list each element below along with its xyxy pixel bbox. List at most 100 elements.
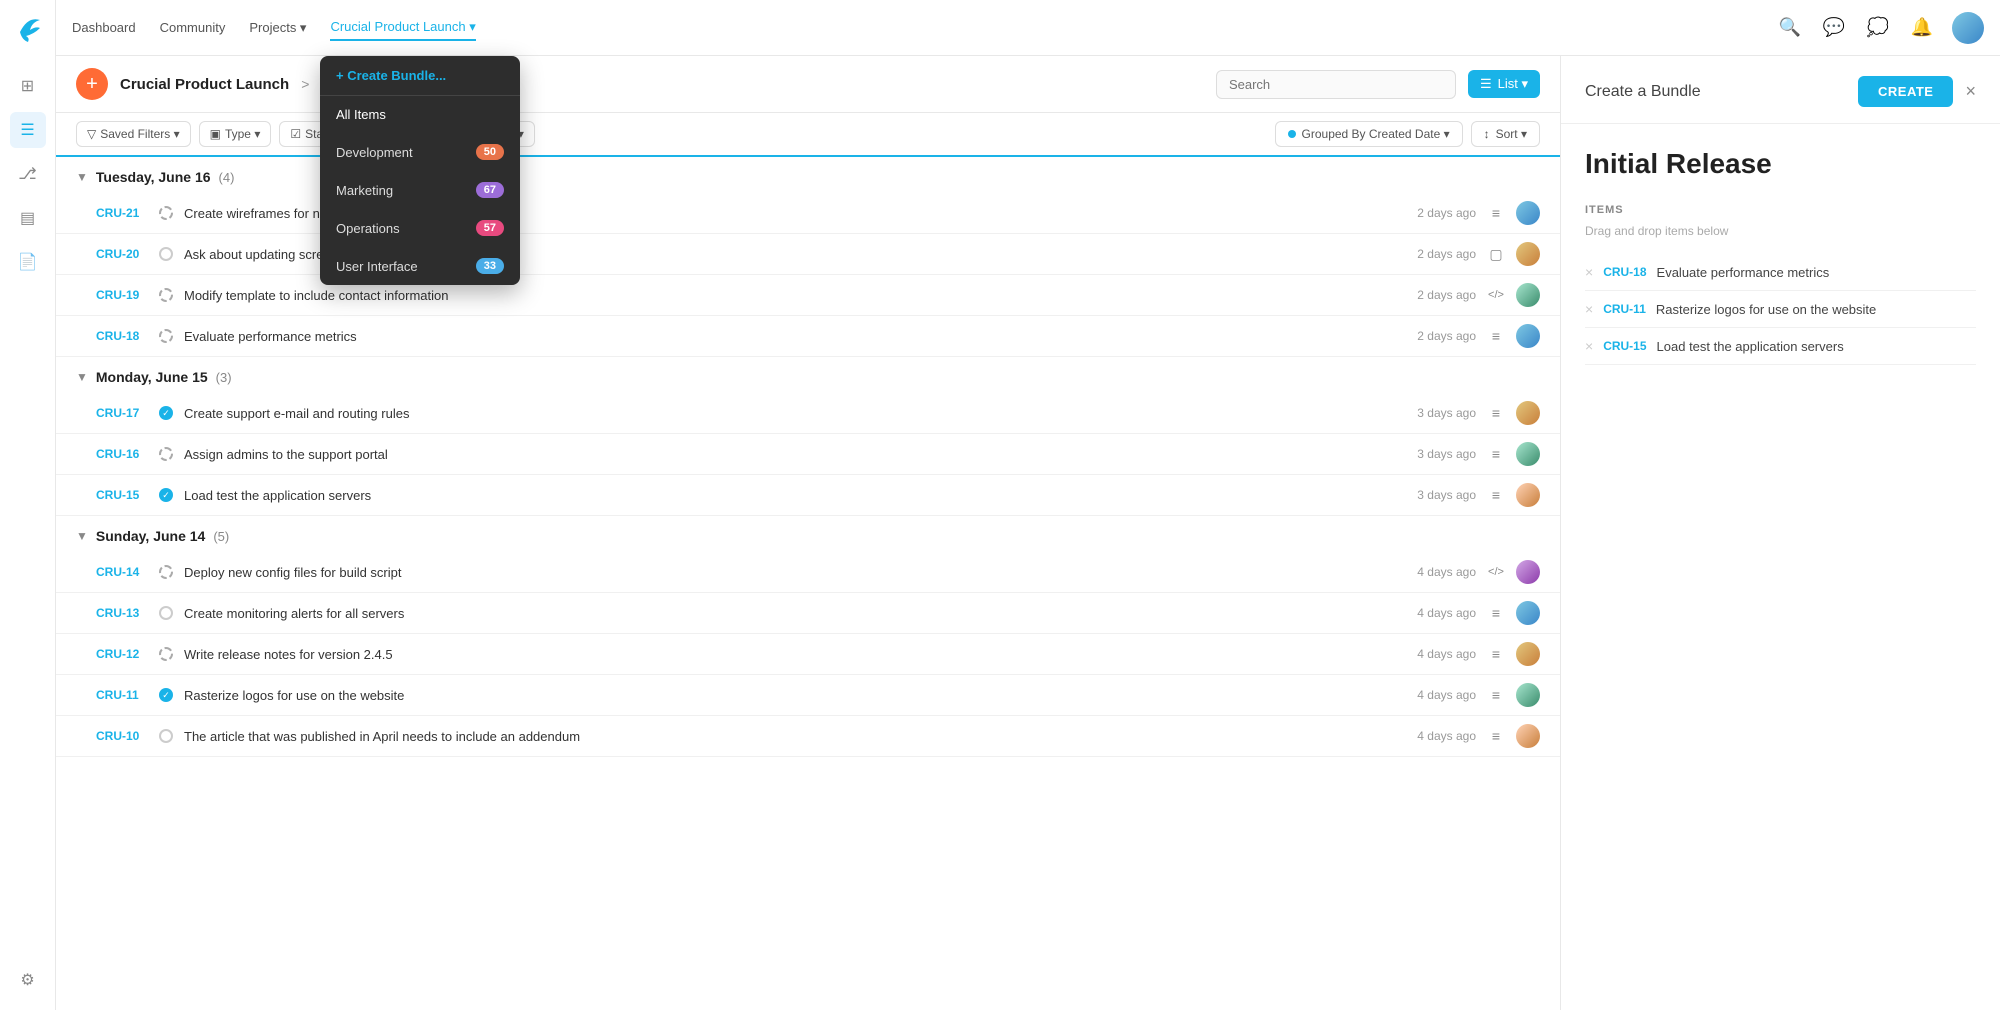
grouped-by-button[interactable]: Grouped By Created Date ▾ <box>1275 121 1463 147</box>
task-id: CRU-17 <box>96 406 148 420</box>
task-time: 4 days ago <box>1417 606 1476 620</box>
sidebar-icon-list[interactable]: ☰ <box>10 112 46 148</box>
chat-icon[interactable]: 💬 <box>1820 14 1848 42</box>
task-title: Rasterize logos for use on the website <box>184 688 1407 703</box>
drag-hint-text: Drag and drop items below <box>1585 224 1976 238</box>
bundle-item: × CRU-11 Rasterize logos for use on the … <box>1585 291 1976 328</box>
task-id: CRU-11 <box>96 688 148 702</box>
content-area: + Crucial Product Launch > All Items ▾ ☰… <box>56 56 2000 1010</box>
task-time: 3 days ago <box>1417 447 1476 461</box>
nav-current-project[interactable]: Crucial Product Launch ▾ <box>330 15 475 41</box>
task-row[interactable]: CRU-15 ✓ Load test the application serve… <box>56 475 1560 516</box>
topnav: Dashboard Community Projects ▾ Crucial P… <box>56 0 2000 56</box>
bundle-item-id: CRU-18 <box>1603 265 1646 279</box>
sidebar-icon-grid[interactable]: ⊞ <box>10 68 46 104</box>
bundle-item-id: CRU-11 <box>1603 302 1646 316</box>
task-row[interactable]: CRU-18 Evaluate performance metrics 2 da… <box>56 316 1560 357</box>
task-type-icon: </> <box>1486 562 1506 582</box>
task-id: CRU-12 <box>96 647 148 661</box>
task-title: Assign admins to the support portal <box>184 447 1407 462</box>
task-row[interactable]: CRU-19 Modify template to include contac… <box>56 275 1560 316</box>
task-row[interactable]: CRU-17 ✓ Create support e-mail and routi… <box>56 393 1560 434</box>
status-empty-icon <box>158 728 174 744</box>
bundle-item-title: Rasterize logos for use on the website <box>1656 302 1876 317</box>
nav-community[interactable]: Community <box>160 16 226 39</box>
task-time: 2 days ago <box>1417 247 1476 261</box>
dropdown-user-interface[interactable]: User Interface 33 <box>320 247 520 285</box>
task-row[interactable]: CRU-10 The article that was published in… <box>56 716 1560 757</box>
task-title: Write release notes for version 2.4.5 <box>184 647 1407 662</box>
saved-filters-button[interactable]: ▽ Saved Filters ▾ <box>76 121 191 147</box>
count-badge-june16: (4) <box>219 170 235 185</box>
sidebar-icon-chart[interactable]: ⎇ <box>10 156 46 192</box>
type-filter-button[interactable]: ▣ Type ▾ <box>199 121 272 147</box>
bubble-icon[interactable]: 💭 <box>1864 14 1892 42</box>
remove-bundle-item-button[interactable]: × <box>1585 264 1593 280</box>
sidebar-icon-doc[interactable]: 📄 <box>10 244 46 280</box>
status-spinner-icon <box>158 287 174 303</box>
task-avatar <box>1516 724 1540 748</box>
task-avatar <box>1516 324 1540 348</box>
dropdown-badge: 57 <box>476 220 504 236</box>
date-group-header-june14[interactable]: ▼ Sunday, June 14 (5) <box>56 516 1560 552</box>
task-title: Deploy new config files for build script <box>184 565 1407 580</box>
filter-icon: ▽ <box>87 127 96 141</box>
dropdown-all-items[interactable]: All Items <box>320 96 520 133</box>
task-type-icon: ≡ <box>1486 326 1506 346</box>
dropdown-marketing[interactable]: Marketing 67 <box>320 171 520 209</box>
task-id: CRU-10 <box>96 729 148 743</box>
close-panel-button[interactable]: × <box>1965 81 1976 102</box>
date-group-header-june15[interactable]: ▼ Monday, June 15 (3) <box>56 357 1560 393</box>
status-check-icon: ✓ <box>158 405 174 421</box>
search-input[interactable] <box>1216 70 1456 99</box>
project-header: + Crucial Product Launch > All Items ▾ ☰… <box>56 56 1560 113</box>
status-spinner-icon <box>158 205 174 221</box>
date-group-june16: ▼ Tuesday, June 16 (4) CRU-21 Create wir… <box>56 157 1560 357</box>
task-avatar <box>1516 283 1540 307</box>
task-avatar <box>1516 242 1540 266</box>
status-empty-icon <box>158 605 174 621</box>
panel-title: Create a Bundle <box>1585 83 1701 101</box>
create-bundle-button[interactable]: CREATE <box>1858 76 1953 107</box>
task-type-icon: ≡ <box>1486 444 1506 464</box>
filter-bar: ▽ Saved Filters ▾ ▣ Type ▾ ☑ Status ▾ 🏷 … <box>56 113 1560 157</box>
dropdown-item-label: Marketing <box>336 183 393 198</box>
dropdown-badge: 50 <box>476 144 504 160</box>
date-group-header-june16[interactable]: ▼ Tuesday, June 16 (4) <box>56 157 1560 193</box>
task-time: 4 days ago <box>1417 688 1476 702</box>
search-icon[interactable]: 🔍 <box>1776 14 1804 42</box>
grouped-dot <box>1288 130 1296 138</box>
task-id: CRU-20 <box>96 247 148 261</box>
task-row[interactable]: CRU-14 Deploy new config files for build… <box>56 552 1560 593</box>
task-time: 2 days ago <box>1417 288 1476 302</box>
task-row[interactable]: CRU-16 Assign admins to the support port… <box>56 434 1560 475</box>
task-avatar <box>1516 201 1540 225</box>
task-meta: 2 days ago ≡ <box>1417 201 1540 225</box>
dropdown-operations[interactable]: Operations 57 <box>320 209 520 247</box>
task-row[interactable]: CRU-20 Ask about updating screens... web… <box>56 234 1560 275</box>
task-row[interactable]: CRU-11 ✓ Rasterize logos for use on the … <box>56 675 1560 716</box>
task-title: Create support e-mail and routing rules <box>184 406 1407 421</box>
sidebar-icon-folder[interactable]: ▤ <box>10 200 46 236</box>
nav-projects[interactable]: Projects ▾ <box>249 16 306 40</box>
dropdown-item-label: User Interface <box>336 259 418 274</box>
list-view-button[interactable]: ☰ List ▾ <box>1468 70 1540 98</box>
task-row[interactable]: CRU-21 Create wireframes for new S... co… <box>56 193 1560 234</box>
dropdown-item-label: Development <box>336 145 413 160</box>
add-item-button[interactable]: + <box>76 68 108 100</box>
sidebar-icon-settings[interactable]: ⚙ <box>10 962 46 998</box>
notification-icon[interactable]: 🔔 <box>1908 14 1936 42</box>
task-type-icon: ≡ <box>1486 485 1506 505</box>
task-meta: 2 days ago ▢ <box>1417 242 1540 266</box>
remove-bundle-item-button[interactable]: × <box>1585 338 1593 354</box>
task-row[interactable]: CRU-12 Write release notes for version 2… <box>56 634 1560 675</box>
create-bundle-option[interactable]: + Create Bundle... <box>320 56 520 96</box>
filter-right: Grouped By Created Date ▾ ↕ Sort ▾ <box>1275 121 1540 147</box>
dropdown-development[interactable]: Development 50 <box>320 133 520 171</box>
user-avatar[interactable] <box>1952 12 1984 44</box>
app-logo[interactable] <box>12 12 44 44</box>
remove-bundle-item-button[interactable]: × <box>1585 301 1593 317</box>
sort-button[interactable]: ↕ Sort ▾ <box>1471 121 1540 147</box>
nav-dashboard[interactable]: Dashboard <box>72 16 136 39</box>
task-row[interactable]: CRU-13 Create monitoring alerts for all … <box>56 593 1560 634</box>
